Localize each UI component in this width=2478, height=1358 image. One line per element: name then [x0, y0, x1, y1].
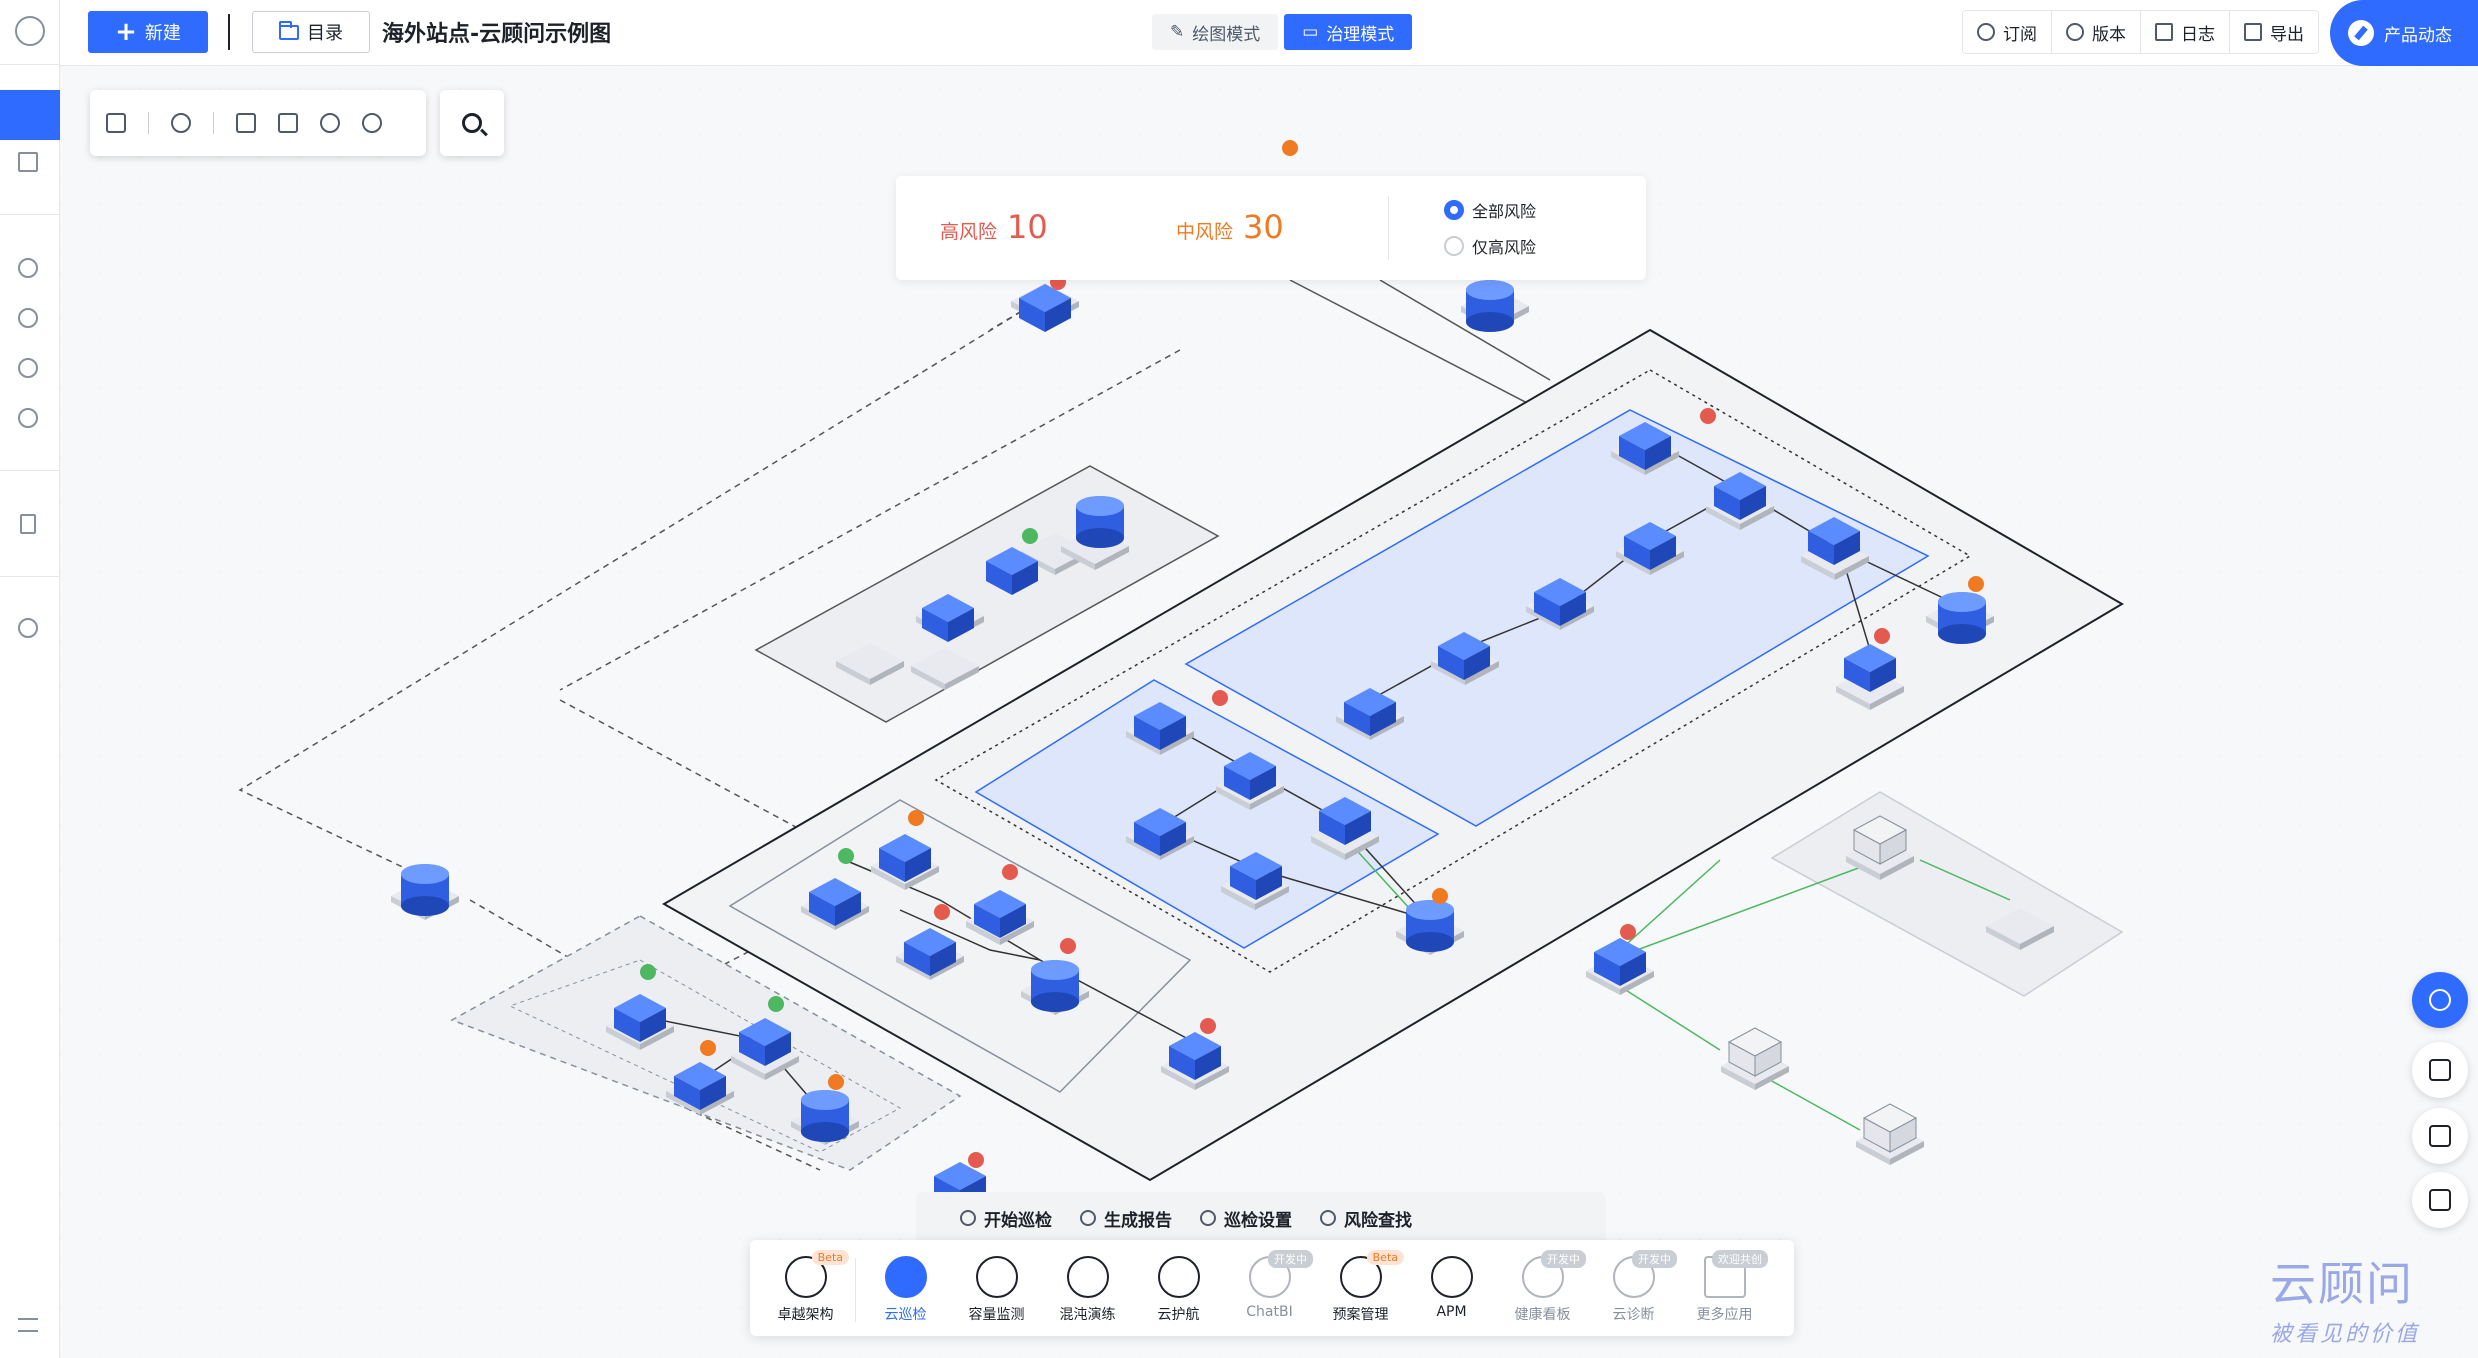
rotate-3d-icon[interactable] — [171, 113, 191, 133]
radio-high-risk-only[interactable]: 仅高风险 — [1444, 234, 1536, 258]
zoom-out-icon[interactable] — [320, 113, 340, 133]
monitor-icon[interactable] — [18, 308, 38, 328]
export-icon — [2244, 23, 2262, 41]
pin-icon[interactable] — [20, 514, 36, 534]
mode-switch: ✎ 绘图模式 ▭ 治理模式 — [1152, 14, 1413, 50]
folder-icon — [279, 20, 299, 40]
start-patrol-button[interactable]: 开始巡检 — [960, 1206, 1052, 1231]
cloud-icon — [2429, 1059, 2451, 1081]
radio-empty-icon — [1444, 236, 1464, 256]
chaos-app-icon — [1066, 1256, 1109, 1298]
settings-icon[interactable] — [18, 358, 38, 378]
app-apm[interactable]: APM — [1406, 1250, 1497, 1334]
directory-button[interactable]: 目录 — [252, 11, 370, 53]
list-button[interactable] — [2412, 1172, 2468, 1228]
mid-risk-count[interactable]: 中风险 30 — [1176, 208, 1284, 246]
pen-icon: ✎ — [1170, 22, 1185, 42]
resource-icon[interactable] — [18, 258, 38, 278]
high-risk-count[interactable]: 高风险 10 — [940, 208, 1048, 246]
govern-mode-tab[interactable]: ▭ 治理模式 — [1284, 14, 1413, 50]
canvas-toolbar — [90, 90, 426, 156]
architecture-icon[interactable] — [0, 90, 60, 140]
user-icon[interactable] — [15, 16, 45, 46]
apm-app-icon — [1430, 1256, 1473, 1298]
customer-service-button[interactable] — [2412, 972, 2468, 1028]
clock-icon — [2066, 23, 2084, 41]
doc-icon — [2155, 23, 2173, 41]
divider — [228, 14, 230, 50]
risk-summary-panel: 高风险 10 中风险 30 全部风险 仅高风险 — [896, 176, 1646, 280]
left-sidebar — [0, 0, 60, 1358]
product-news-button[interactable]: 产品动态 — [2330, 0, 2478, 66]
expand-icon[interactable] — [236, 113, 256, 133]
hand-icon[interactable] — [106, 113, 126, 133]
cloud-sync-button[interactable] — [2412, 1042, 2468, 1098]
radio-all-risk[interactable]: 全部风险 — [1444, 198, 1536, 222]
app-plan-management[interactable]: Beta 预案管理 — [1315, 1250, 1406, 1334]
app-cloud-escort[interactable]: 云护航 — [1133, 1250, 1224, 1334]
patrol-app-icon — [884, 1256, 927, 1298]
book-icon[interactable] — [18, 152, 38, 172]
generate-report-button[interactable]: 生成报告 — [1080, 1206, 1172, 1231]
app-more[interactable]: 欢迎共创 更多应用 — [1679, 1250, 1770, 1334]
radio-selected-icon — [1444, 200, 1464, 220]
docs-button[interactable] — [2412, 1108, 2468, 1164]
log-button[interactable]: 日志 — [2141, 11, 2230, 53]
patrol-toolbar: 开始巡检 生成报告 巡检设置 风险查找 — [916, 1192, 1606, 1244]
fit-screen-icon[interactable] — [278, 113, 298, 133]
app-chaos-drill[interactable]: 混沌演练 — [1042, 1250, 1133, 1334]
compass-icon — [2348, 20, 2374, 46]
plus-icon: + — [115, 17, 137, 47]
export-button[interactable]: 导出 — [2230, 11, 2318, 53]
zoom-in-icon[interactable] — [362, 113, 382, 133]
subscribe-button[interactable]: 订阅 — [1963, 11, 2052, 53]
search-icon — [1320, 1210, 1336, 1226]
version-button[interactable]: 版本 — [2052, 11, 2141, 53]
app-capacity-monitor[interactable]: 容量监测 — [951, 1250, 1042, 1334]
bell-icon — [1977, 23, 1995, 41]
patrol-settings-button[interactable]: 巡检设置 — [1200, 1206, 1292, 1231]
canvas-search-button[interactable] — [440, 90, 504, 156]
search-icon — [462, 113, 482, 133]
app-health-board[interactable]: 开发中 健康看板 — [1497, 1250, 1588, 1334]
headset-icon — [2429, 989, 2451, 1011]
eye-icon — [1080, 1210, 1096, 1226]
refresh-icon — [960, 1210, 976, 1226]
monitor-icon: ▭ — [1302, 22, 1319, 42]
app-excellent-architecture[interactable]: Beta 卓越架构 — [760, 1250, 851, 1334]
brand-watermark: 云顾问 被看见的价值 — [2270, 1257, 2421, 1347]
top-toolbar: + 新建 目录 海外站点-云顾问示例图 ✎ 绘图模式 ▭ 治理模式 订阅 版本 日志 … — [0, 0, 2478, 66]
new-button[interactable]: + 新建 — [88, 11, 208, 53]
draw-mode-tab[interactable]: ✎ 绘图模式 — [1152, 14, 1279, 50]
sync-icon[interactable] — [18, 618, 38, 638]
dashboard-icon[interactable] — [18, 408, 38, 428]
header-tools: 订阅 版本 日志 导出 — [1962, 10, 2319, 54]
menu-icon[interactable] — [18, 1318, 38, 1332]
capacity-app-icon — [975, 1256, 1018, 1298]
app-dock: Beta 卓越架构 云巡检 容量监测 混沌演练 云护航 开发中 ChatBI Bet… — [750, 1240, 1794, 1336]
gear-icon — [1200, 1210, 1216, 1226]
list-icon — [2429, 1189, 2451, 1211]
risk-search-button[interactable]: 风险查找 — [1320, 1206, 1412, 1231]
app-cloud-patrol[interactable]: 云巡检 — [860, 1250, 951, 1334]
escort-app-icon — [1157, 1256, 1200, 1298]
app-chatbi[interactable]: 开发中 ChatBI — [1224, 1250, 1315, 1334]
book-icon — [2429, 1125, 2451, 1147]
app-cloud-diagnosis[interactable]: 开发中 云诊断 — [1588, 1250, 1679, 1334]
page-title: 海外站点-云顾问示例图 — [382, 22, 612, 47]
